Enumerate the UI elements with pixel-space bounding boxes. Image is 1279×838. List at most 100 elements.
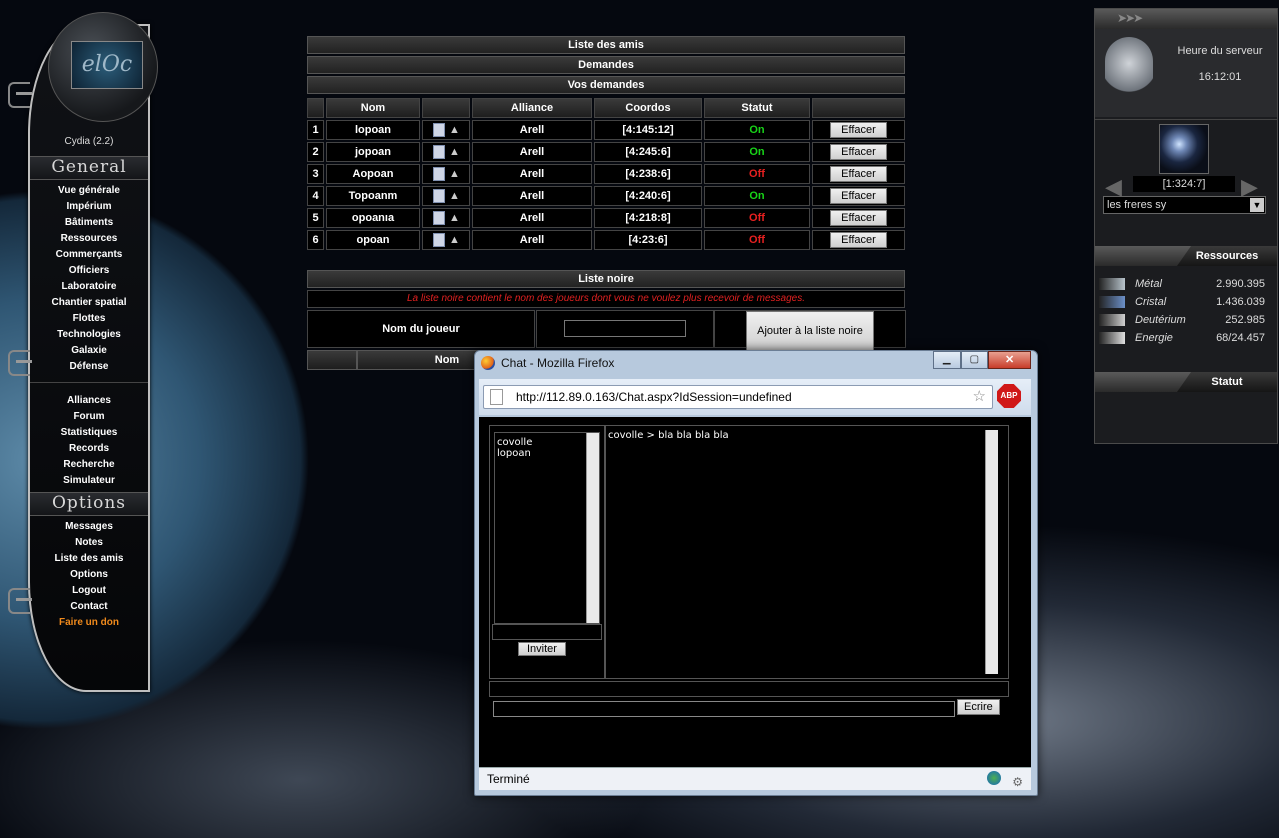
friend-name: Aopoan <box>326 164 420 184</box>
menu-link[interactable]: Simulateur <box>30 473 148 489</box>
chat-divider <box>489 681 1009 697</box>
section-title-general: General <box>30 156 148 180</box>
delete-button[interactable]: Effacer <box>830 122 887 138</box>
profile-icon[interactable]: ▲ <box>449 146 460 158</box>
menu-link[interactable]: Impérium <box>30 199 148 215</box>
resource-value: 1.436.039 <box>1216 296 1265 308</box>
friend-alliance: Arell <box>472 164 592 184</box>
logo-frame: elOc <box>48 12 158 122</box>
friends-table: Nom Alliance Coordos Statut 1 lopoan ▲ Arel… <box>305 96 907 252</box>
friend-alliance: Arell <box>472 230 592 250</box>
menu-connector-icon <box>8 82 32 108</box>
resources-list: Métal 2.990.395 Cristal 1.436.039 Deutérium 2… <box>1095 266 1277 368</box>
status-text: Terminé <box>487 772 530 786</box>
sync-icon[interactable] <box>987 771 1001 785</box>
menu-link[interactable]: Commerçants <box>30 247 148 263</box>
menu-link[interactable]: Logout <box>30 583 148 599</box>
menu-link[interactable]: Technologies <box>30 327 148 343</box>
chevron-down-icon[interactable]: ▼ <box>1250 198 1264 212</box>
message-icon[interactable] <box>433 167 445 181</box>
resource-row: Deutérium 252.985 <box>1095 312 1277 330</box>
profile-icon[interactable]: ▲ <box>449 212 460 224</box>
menu-link[interactable]: Officiers <box>30 263 148 279</box>
menu-link[interactable]: Statistiques <box>30 425 148 441</box>
friend-coords[interactable]: [4:145:12] <box>594 120 702 140</box>
chat-input[interactable] <box>493 701 955 717</box>
adblock-icon[interactable]: ABP <box>997 384 1021 408</box>
menu-link[interactable]: Recherche <box>30 457 148 473</box>
friend-coords[interactable]: [4:245:6] <box>594 142 702 162</box>
menu-link[interactable]: Ressources <box>30 231 148 247</box>
menu-link[interactable]: Défense <box>30 359 148 375</box>
friend-coords[interactable]: [4:238:6] <box>594 164 702 184</box>
donate-link[interactable]: Faire un don <box>30 615 148 631</box>
profile-icon[interactable]: ▲ <box>449 168 460 180</box>
delete-button[interactable]: Effacer <box>830 210 887 226</box>
message-icon[interactable] <box>433 211 445 225</box>
addon-icon[interactable]: ⚙ <box>1012 771 1023 793</box>
add-blacklist-button[interactable]: Ajouter à la liste noire <box>746 311 874 351</box>
col-delete <box>812 98 905 118</box>
player-name-input[interactable] <box>564 320 686 337</box>
friend-coords[interactable]: [4:240:6] <box>594 186 702 206</box>
bookmark-star-icon[interactable]: ☆ <box>973 387 986 405</box>
menu-link[interactable]: Messages <box>30 519 148 535</box>
col-alliance: Alliance <box>472 98 592 118</box>
resource-icon <box>1099 332 1125 344</box>
write-button[interactable]: Ecrire <box>957 699 1000 715</box>
resource-value: 68/24.457 <box>1216 332 1265 344</box>
profile-icon[interactable]: ▲ <box>449 234 460 246</box>
user-list-scrollbar[interactable] <box>586 433 599 623</box>
friend-coords[interactable]: [4:23:6] <box>594 230 702 250</box>
message-icon[interactable] <box>433 233 445 247</box>
arrows-icon: ➤➤➤ <box>1117 11 1143 25</box>
invite-button[interactable]: Inviter <box>518 642 566 656</box>
message-icon[interactable] <box>433 145 445 159</box>
menu-link[interactable]: Records <box>30 441 148 457</box>
col-actions <box>422 98 470 118</box>
menu-link[interactable]: Galaxie <box>30 343 148 359</box>
menu-link[interactable]: Liste des amis <box>30 551 148 567</box>
user-list-spacer <box>492 624 602 640</box>
messages-scrollbar[interactable] <box>985 430 998 674</box>
delete-button[interactable]: Effacer <box>830 232 887 248</box>
menu-link[interactable]: Options <box>30 567 148 583</box>
menu-link[interactable]: Alliances <box>30 393 148 409</box>
delete-button[interactable]: Effacer <box>830 144 887 160</box>
delete-button[interactable]: Effacer <box>830 188 887 204</box>
chat-user[interactable]: lopoan <box>497 448 597 459</box>
menu-link[interactable]: Laboratoire <box>30 279 148 295</box>
menu-link[interactable]: Bâtiments <box>30 215 148 231</box>
blacklist-col-blank <box>307 350 357 370</box>
user-list[interactable]: covolle lopoan <box>494 432 600 624</box>
profile-icon[interactable]: ▲ <box>449 124 460 136</box>
menu-link[interactable]: Flottes <box>30 311 148 327</box>
profile-icon[interactable]: ▲ <box>449 190 460 202</box>
planet-select[interactable]: les freres sy ▼ <box>1103 196 1266 214</box>
menu-link[interactable]: Contact <box>30 599 148 615</box>
window-titlebar: Chat - Mozilla Firefox ▁ ▢ ✕ <box>475 351 1037 377</box>
close-icon[interactable]: ✕ <box>988 351 1032 369</box>
maximize-icon[interactable]: ▢ <box>960 351 989 369</box>
url-text: http://112.89.0.163/Chat.aspx?IdSession=… <box>516 390 792 404</box>
menu-link[interactable]: Vue générale <box>30 183 148 199</box>
resource-name: Energie <box>1135 332 1173 344</box>
friend-name: lopoan <box>326 120 420 140</box>
chat-user[interactable]: covolle <box>497 437 597 448</box>
message-icon[interactable] <box>433 189 445 203</box>
friend-actions: ▲ <box>422 186 470 206</box>
player-name: Cydia (2.2) <box>64 136 114 147</box>
window-controls: ▁ ▢ ✕ <box>933 351 1032 369</box>
delete-button[interactable]: Effacer <box>830 166 887 182</box>
resource-value: 2.990.395 <box>1216 278 1265 290</box>
minimize-icon[interactable]: ▁ <box>933 351 961 369</box>
friend-alliance: Arell <box>472 186 592 206</box>
menu-link[interactable]: Forum <box>30 409 148 425</box>
message-icon[interactable] <box>433 123 445 137</box>
friend-coords[interactable]: [4:218:8] <box>594 208 702 228</box>
friend-row: 4 Topoanm ▲ Arell [4:240:6] On Effacer <box>307 186 905 206</box>
url-bar[interactable]: http://112.89.0.163/Chat.aspx?IdSession=… <box>483 385 993 409</box>
planet-box: ◀ [1:324:7] ▶ les freres sy ▼ <box>1095 119 1277 246</box>
menu-link[interactable]: Chantier spatial <box>30 295 148 311</box>
menu-link[interactable]: Notes <box>30 535 148 551</box>
